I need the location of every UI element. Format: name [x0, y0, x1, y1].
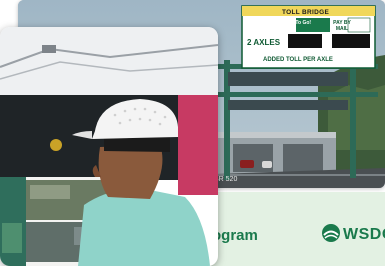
- wsdot-brand-text: WSDO: [343, 226, 385, 243]
- open-house-photo: [0, 27, 218, 266]
- pay-by-mail-label: PAY BY MAIL: [333, 20, 351, 32]
- open-house-photo-card: [0, 27, 218, 266]
- toll-sign-footer: ADDED TOLL PER AXLE: [263, 57, 333, 63]
- good-to-go-badge: Good To Go!: [280, 20, 312, 26]
- program-text: ogram: [212, 227, 258, 244]
- wsdot-logo-icon: [322, 224, 340, 242]
- brand-band: ogram WSDO: [196, 192, 385, 266]
- axles-label: 2 AXLES: [247, 38, 281, 47]
- toll-sign-title: TOLL BRIDGE: [282, 9, 330, 16]
